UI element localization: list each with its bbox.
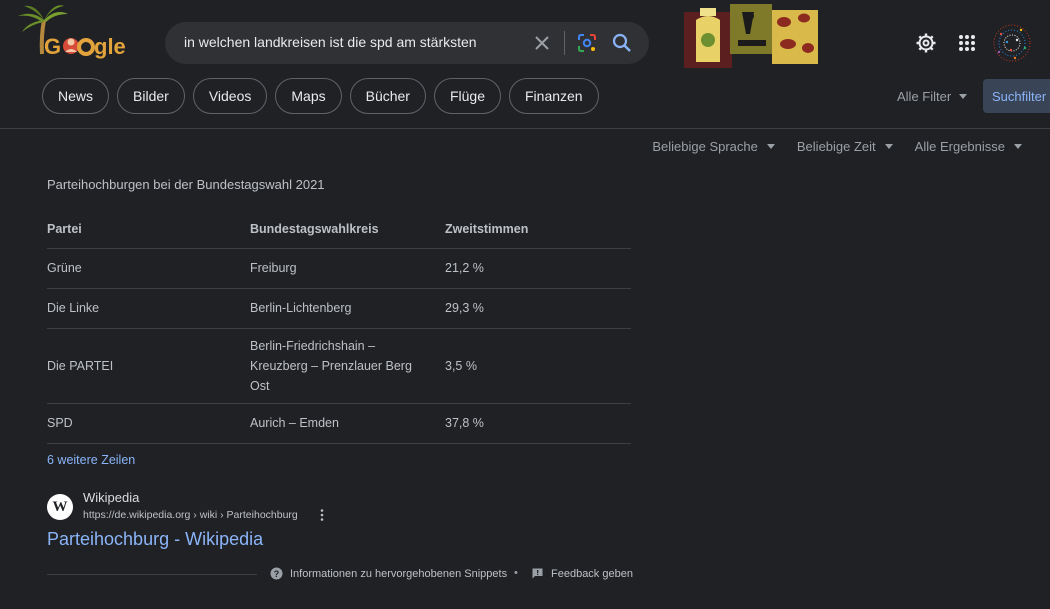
table-cell-partei: SPD (47, 402, 250, 444)
footer-divider (47, 574, 257, 575)
tool-results-label: Alle Ergebnisse (914, 139, 1005, 154)
search-tabs: News Bilder Videos Maps Bücher Flüge Fin… (42, 78, 599, 114)
close-icon[interactable] (532, 33, 552, 53)
all-filters-label: Alle Filter (897, 89, 952, 104)
doodle-illustrations[interactable] (684, 4, 818, 68)
table-cell-zweitstimmen: 37,8 % (445, 402, 631, 444)
column-header-wahlkreis: Bundestagswahlkreis (250, 221, 379, 236)
source-url[interactable]: https://de.wikipedia.org › wiki › Partei… (83, 509, 298, 521)
tab-bilder[interactable]: Bilder (117, 78, 185, 114)
kebab-icon[interactable] (318, 508, 326, 522)
more-rows-link[interactable]: 6 weitere Zeilen (47, 453, 135, 467)
table-row: Die PARTEI Berlin-Friedrichshain – Kreuz… (47, 327, 631, 403)
tool-language-label: Beliebige Sprache (652, 139, 758, 154)
tab-fluege[interactable]: Flüge (433, 78, 501, 114)
tool-results[interactable]: Alle Ergebnisse (915, 139, 1022, 154)
search-results-page: G gle in welchen landkreisen ist die spd… (0, 0, 1050, 609)
snippet-info-link[interactable]: ? Informationen zu hervorgehobenen Snipp… (270, 567, 507, 580)
tool-time[interactable]: Beliebige Zeit (797, 139, 893, 154)
all-filters-button[interactable]: Alle Filter (897, 89, 968, 104)
column-header-zweitstimmen: Zweitstimmen (445, 221, 529, 236)
table-header-row: Partei Bundestagswahlkreis Zweitstimmen (47, 210, 631, 248)
table-cell-zweitstimmen: 21,2 % (445, 247, 631, 288)
table-row: Die Linke Berlin-Lichtenberg 29,3 % (47, 287, 631, 328)
account-avatar[interactable] (987, 18, 1037, 68)
search-icon[interactable] (611, 32, 633, 54)
apps-grid-icon[interactable] (956, 32, 978, 54)
column-header-partei: Partei (47, 221, 82, 236)
gear-icon[interactable] (915, 32, 937, 54)
tab-videos[interactable]: Videos (192, 78, 268, 114)
favicon-letter: W (52, 498, 68, 515)
chevron-down-icon (766, 144, 775, 149)
table-cell-wahlkreis: Berlin-Lichtenberg (250, 287, 445, 328)
chevron-down-icon (1014, 144, 1022, 149)
search-divider (564, 31, 565, 55)
tool-language[interactable]: Beliebige Sprache (652, 139, 775, 154)
table-cell-wahlkreis: Aurich – Emden (250, 402, 445, 444)
table-row: SPD Aurich – Emden 37,8 % (47, 402, 631, 444)
tab-finanzen[interactable]: Finanzen (509, 78, 599, 114)
feedback-icon (532, 568, 543, 579)
tab-maps[interactable]: Maps (275, 78, 342, 114)
chevron-down-icon (884, 144, 893, 149)
svg-text:?: ? (274, 569, 280, 579)
tool-time-label: Beliebige Zeit (796, 139, 876, 154)
wikipedia-favicon-icon[interactable]: W (47, 494, 73, 520)
search-input[interactable]: in welchen landkreisen ist die spd am st… (184, 34, 477, 50)
source-name[interactable]: Wikipedia (83, 490, 139, 505)
result-title-link[interactable]: Parteihochburg - Wikipedia (47, 529, 263, 550)
svg-text:G: G (44, 34, 61, 59)
chevron-down-icon (959, 94, 968, 99)
svg-text:gle: gle (94, 34, 126, 59)
search-box[interactable]: in welchen landkreisen ist die spd am st… (165, 22, 649, 64)
google-lens-icon[interactable] (576, 32, 598, 54)
table-cell-wahlkreis: Freiburg (250, 247, 445, 288)
table-cell-zweitstimmen: 29,3 % (445, 287, 631, 328)
tab-buecher[interactable]: Bücher (349, 78, 426, 114)
header-divider (0, 128, 1050, 129)
footer-separator: • (514, 567, 518, 579)
table-row: Grüne Freiburg 21,2 % (47, 247, 631, 288)
snippet-table: Partei Bundestagswahlkreis Zweitstimmen … (47, 210, 631, 444)
feedback-link[interactable]: Feedback geben (531, 567, 633, 580)
snippet-title: Parteihochburgen bei der Bundestagswahl … (47, 177, 325, 192)
table-cell-partei: Grüne (47, 247, 250, 288)
suchfilter-button[interactable]: Suchfilter (983, 79, 1050, 113)
search-tools: Beliebige Sprache Beliebige Zeit Alle Er… (652, 139, 1022, 154)
tab-news[interactable]: News (42, 78, 110, 114)
feedback-label: Feedback geben (551, 567, 633, 580)
table-cell-partei: Die PARTEI (47, 327, 250, 403)
table-cell-partei: Die Linke (47, 287, 250, 328)
snippet-info-label: Informationen zu hervorgehobenen Snippet… (290, 567, 508, 580)
table-cell-wahlkreis: Berlin-Friedrichshain – Kreuzberg – Pren… (250, 327, 445, 403)
table-cell-zweitstimmen: 3,5 % (445, 327, 631, 403)
help-circle-icon: ? (270, 567, 283, 580)
google-doodle-logo[interactable]: G gle (14, 2, 126, 60)
